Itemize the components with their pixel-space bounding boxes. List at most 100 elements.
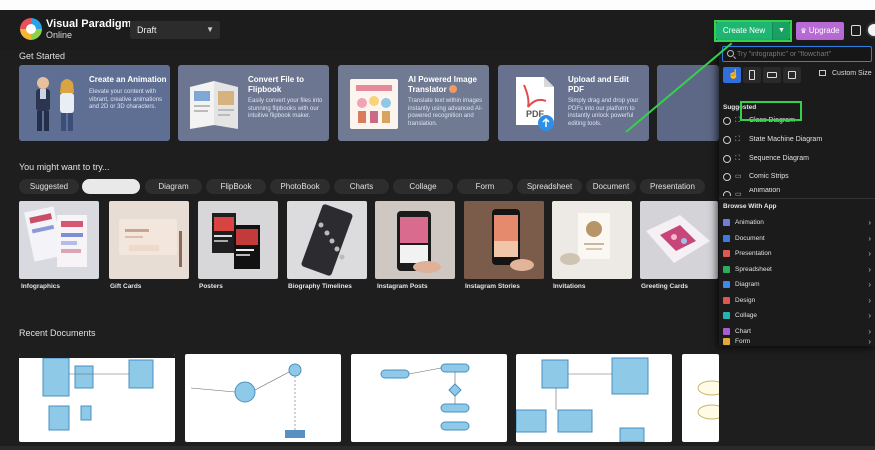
- birthday-card-image: [350, 79, 398, 129]
- feature-card-title: Convert File to Flipbook: [248, 75, 305, 94]
- brand-line-1: Visual Paradigm: [46, 18, 132, 30]
- browse-app-label: Spreadsheet: [735, 266, 772, 273]
- browse-app-presentation[interactable]: Presentation ›: [723, 247, 871, 261]
- flipbook-image: [190, 81, 238, 129]
- comic-strip-icon: ▭: [735, 173, 742, 180]
- browse-app-diagram[interactable]: Diagram ›: [723, 278, 871, 292]
- infographic-thumbnail-image: [24, 206, 87, 267]
- animation-app-icon: [723, 219, 730, 226]
- landscape-page-icon: [767, 72, 777, 78]
- template-posters[interactable]: [198, 201, 278, 279]
- feature-card-description: Translate text within images instantly u…: [408, 98, 483, 127]
- template-infographics[interactable]: [19, 201, 99, 279]
- template-label: Infographics: [21, 283, 61, 290]
- tab-spreadsheet[interactable]: Spreadsheet: [517, 179, 582, 194]
- design-app-icon: [723, 297, 730, 304]
- recent-clock-icon: [723, 173, 731, 181]
- upgrade-button[interactable]: ♛ Upgrade: [796, 22, 844, 40]
- recent-document-thumbnail[interactable]: [351, 354, 507, 442]
- recent-document-thumbnail[interactable]: [516, 354, 672, 442]
- template-label: Greeting Cards: [641, 283, 688, 290]
- template-instagram-stories[interactable]: [464, 201, 544, 279]
- browse-app-chart[interactable]: Chart ›: [723, 325, 871, 339]
- activity-diagram-preview-image: [380, 363, 470, 431]
- feature-card-description: Easily convert your files into stunning …: [248, 98, 323, 119]
- recent-clock-icon: [723, 136, 731, 144]
- you-might-want-heading: You might want to try...: [19, 162, 110, 172]
- tab-presentation[interactable]: Presentation: [640, 179, 705, 194]
- recent-clock-icon: [723, 191, 731, 196]
- tab-document[interactable]: Document: [586, 179, 636, 194]
- template-invitations[interactable]: [552, 201, 632, 279]
- tab-flipbook[interactable]: FlipBook: [206, 179, 266, 194]
- feature-card-image-translator[interactable]: AI Powered Image Translator Translate te…: [338, 65, 489, 141]
- template-biography-timelines[interactable]: [287, 201, 367, 279]
- animation-characters-image: [36, 77, 74, 131]
- feature-card-partial[interactable]: [657, 65, 719, 141]
- user-avatar[interactable]: [866, 22, 875, 38]
- feature-card-description: Elevate your content with vibrant, creat…: [89, 89, 163, 110]
- brand-line-2: Online: [46, 30, 73, 40]
- browse-app-label: Collage: [735, 312, 758, 319]
- suggested-item-label: State Machine Diagram: [749, 136, 823, 143]
- er-class-diagram-preview-image: [516, 357, 649, 442]
- template-label: Instagram Stories: [465, 283, 520, 290]
- tab-collage[interactable]: Collage: [393, 179, 453, 194]
- suggested-item-comic-strips[interactable]: ▭ Comic Strips: [723, 170, 871, 184]
- filter-landscape-button[interactable]: [763, 67, 781, 83]
- help-book-icon[interactable]: [851, 25, 861, 36]
- browse-app-form[interactable]: Form ›: [723, 338, 871, 346]
- browse-app-label: Animation: [735, 219, 764, 226]
- browse-app-label: Chart: [735, 328, 751, 335]
- chevron-right-icon: ›: [868, 265, 871, 274]
- custom-size-button[interactable]: Custom Size: [819, 70, 872, 77]
- browse-with-app-heading: Browse With App: [723, 203, 777, 210]
- template-search-input[interactable]: [737, 48, 867, 60]
- feature-card-animation[interactable]: Create an Animation Elevate your content…: [19, 65, 170, 141]
- draft-folder-select[interactable]: Draft ▼: [130, 21, 220, 39]
- tab-form[interactable]: Form: [457, 179, 513, 194]
- ai-badge-icon: [448, 85, 457, 93]
- template-search-box[interactable]: [722, 46, 872, 62]
- animation-icon: ▭: [735, 191, 742, 196]
- tab-diagram[interactable]: Diagram: [145, 179, 202, 194]
- suggested-item-animation[interactable]: ▭ Animation: [723, 188, 871, 196]
- feature-card-flipbook[interactable]: Convert File to Flipbook Easily convert …: [178, 65, 329, 141]
- tab-photobook[interactable]: PhotoBook: [270, 179, 330, 194]
- browse-app-label: Diagram: [735, 281, 760, 288]
- greeting-card-thumbnail-image: [646, 215, 710, 263]
- create-new-dropdown-panel: ☝ Custom Size Suggested ⛶ Class Diagram …: [719, 44, 875, 346]
- filter-all-formats-button[interactable]: ☝: [723, 67, 741, 83]
- instagram-post-thumbnail-image: [397, 211, 441, 273]
- recent-clock-icon: [723, 117, 731, 125]
- filter-portrait-button[interactable]: [743, 67, 761, 83]
- recent-document-thumbnail[interactable]: [19, 354, 175, 442]
- browse-app-animation[interactable]: Animation ›: [723, 216, 871, 230]
- tab-charts[interactable]: Charts: [334, 179, 389, 194]
- filter-square-button[interactable]: [783, 67, 801, 83]
- tab-visual[interactable]: Visual: [82, 179, 140, 194]
- suggested-item-label: Sequence Diagram: [749, 155, 809, 162]
- template-instagram-posts[interactable]: [375, 201, 455, 279]
- suggested-item-state-machine-diagram[interactable]: ⛶ State Machine Diagram: [723, 133, 871, 147]
- browse-app-document[interactable]: Document ›: [723, 232, 871, 246]
- presentation-app-icon: [723, 250, 730, 257]
- chevron-down-icon: ▼: [206, 25, 214, 34]
- recent-document-thumbnail-partial[interactable]: [682, 354, 719, 442]
- visual-paradigm-logo-icon[interactable]: [20, 18, 42, 40]
- template-gift-cards[interactable]: [109, 201, 189, 279]
- browse-app-design[interactable]: Design ›: [723, 294, 871, 308]
- recent-document-thumbnail[interactable]: [185, 354, 341, 442]
- browse-app-collage[interactable]: Collage ›: [723, 309, 871, 323]
- suggested-item-sequence-diagram[interactable]: ⛶ Sequence Diagram: [723, 152, 871, 166]
- template-greeting-cards[interactable]: [640, 201, 718, 279]
- form-app-icon: [723, 338, 730, 345]
- chevron-right-icon: ›: [868, 249, 871, 258]
- browse-app-spreadsheet[interactable]: Spreadsheet ›: [723, 263, 871, 277]
- feature-card-title: Upload and Edit PDF: [568, 75, 629, 94]
- brand-name: Visual Paradigm Online: [46, 18, 132, 41]
- class-diagram-preview-image: [19, 354, 175, 431]
- gift-card-thumbnail-image: [119, 219, 182, 267]
- search-icon: [727, 50, 734, 57]
- tab-suggested[interactable]: Suggested: [19, 179, 79, 194]
